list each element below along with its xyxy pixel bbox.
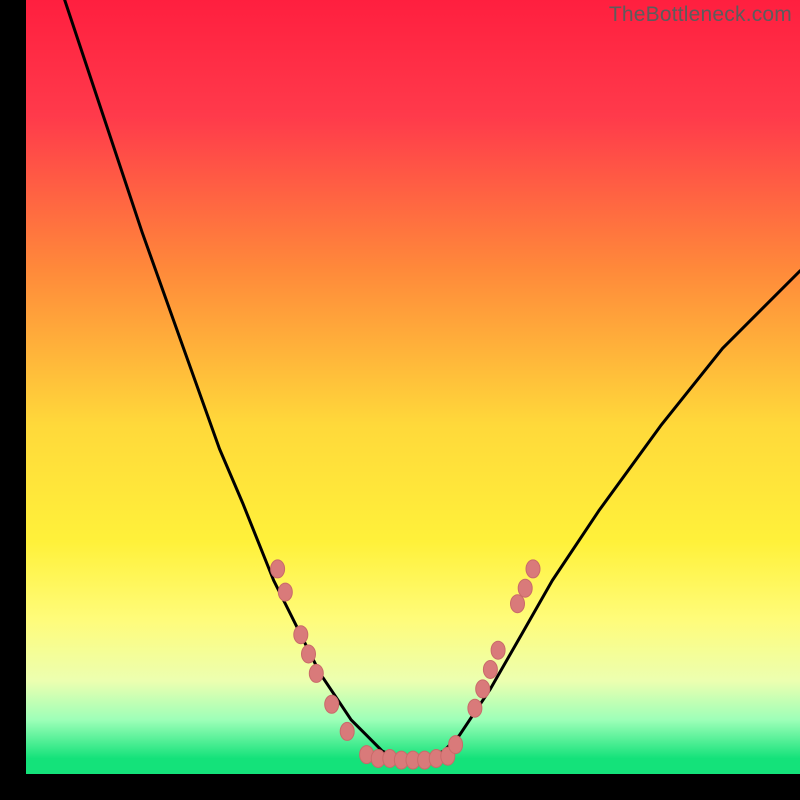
data-marker [325, 695, 339, 713]
watermark-text: TheBottleneck.com [609, 3, 792, 27]
data-marker [518, 579, 532, 597]
data-marker [302, 645, 316, 663]
data-marker [449, 736, 463, 754]
data-markers [271, 560, 540, 769]
data-marker [340, 722, 354, 740]
data-marker [468, 699, 482, 717]
chart-stage: TheBottleneck.com [0, 0, 800, 800]
data-marker [483, 661, 497, 679]
data-marker [294, 626, 308, 644]
curve-path [65, 0, 800, 759]
data-marker [278, 583, 292, 601]
data-marker [526, 560, 540, 578]
plot-area [26, 0, 800, 774]
data-marker [511, 595, 525, 613]
data-marker [491, 641, 505, 659]
data-marker [309, 664, 323, 682]
data-marker [476, 680, 490, 698]
curve-layer [26, 0, 800, 774]
bottleneck-curve [65, 0, 800, 759]
data-marker [271, 560, 285, 578]
